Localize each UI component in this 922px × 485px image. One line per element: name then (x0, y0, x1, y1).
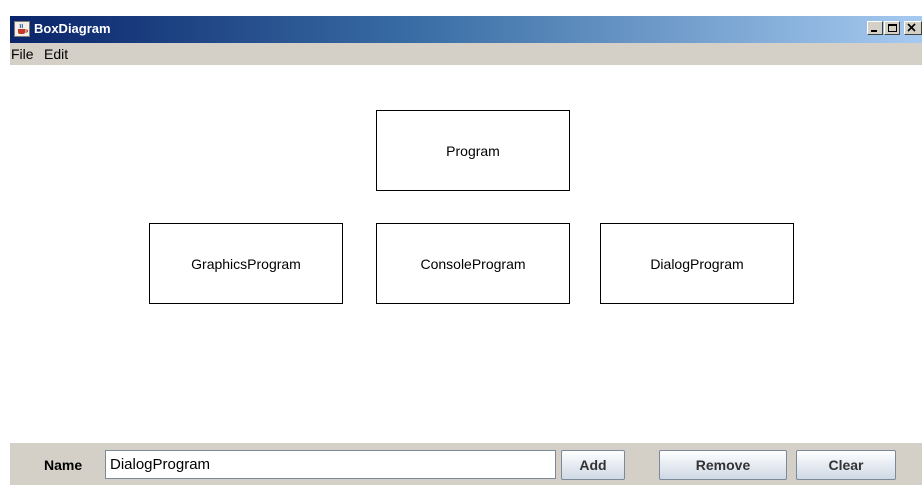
title-bar[interactable]: BoxDiagram (10, 16, 922, 43)
add-button[interactable]: Add (561, 450, 625, 480)
control-bar: Name Add Remove Clear (10, 443, 922, 485)
diagram-box-program[interactable]: Program (376, 110, 570, 191)
clear-button[interactable]: Clear (796, 450, 896, 480)
remove-button[interactable]: Remove (659, 450, 787, 480)
minimize-icon[interactable] (867, 21, 883, 35)
diagram-canvas[interactable]: Program GraphicsProgram ConsoleProgram D… (10, 65, 922, 443)
menu-file[interactable]: File (11, 46, 34, 62)
name-label: Name (44, 457, 83, 473)
diagram-box-dialog-program[interactable]: DialogProgram (600, 223, 794, 304)
close-icon[interactable] (904, 21, 922, 35)
window-title: BoxDiagram (34, 21, 111, 36)
name-field[interactable] (105, 450, 556, 479)
app-window: BoxDiagram File Edit Program GraphicsPro… (10, 16, 922, 485)
diagram-box-graphics-program[interactable]: GraphicsProgram (149, 223, 343, 304)
diagram-box-console-program[interactable]: ConsoleProgram (376, 223, 570, 304)
menu-bar: File Edit (10, 43, 922, 65)
menu-edit[interactable]: Edit (44, 46, 68, 62)
java-coffee-cup-icon[interactable] (14, 21, 30, 37)
maximize-icon[interactable] (884, 21, 900, 35)
